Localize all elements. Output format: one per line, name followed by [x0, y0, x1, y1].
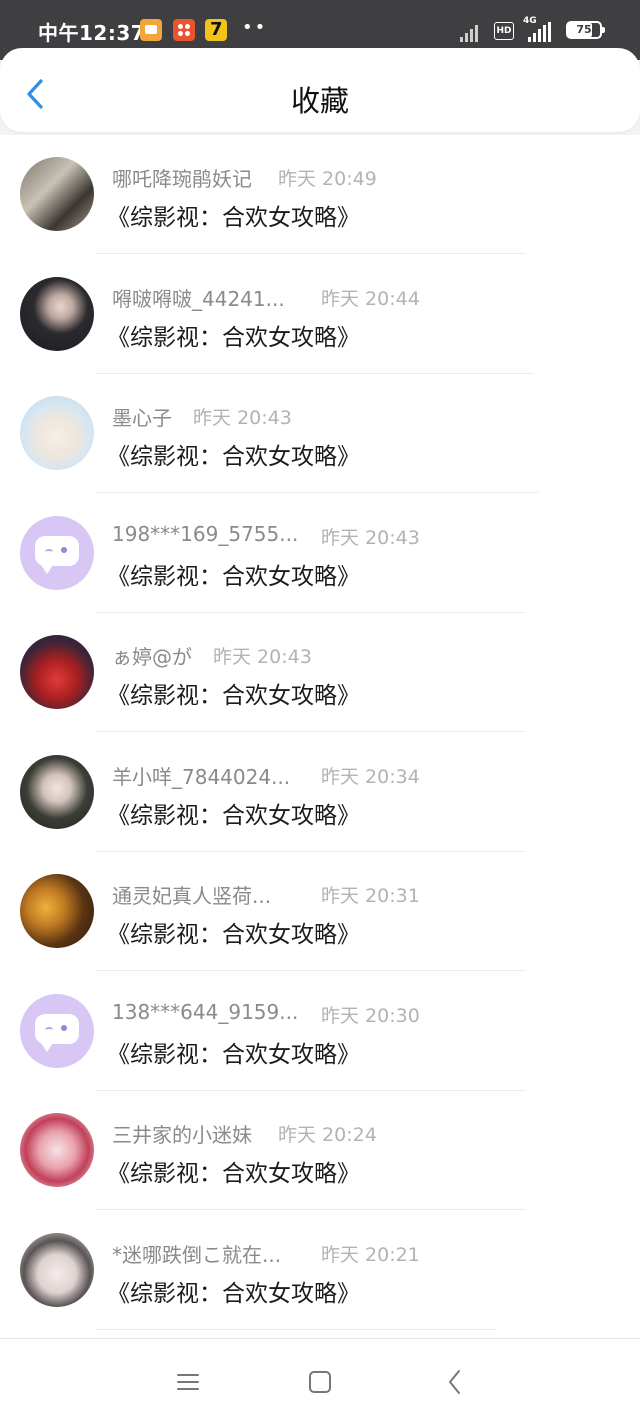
timestamp: 昨天 20:34 [321, 765, 420, 788]
timestamp: 昨天 20:30 [321, 1004, 420, 1027]
avatar[interactable] [20, 1232, 94, 1307]
list-item[interactable]: 哪吒降琬鹃妖记 昨天 20:49 《综影视：合欢女攻略》 [0, 135, 640, 254]
book-title[interactable]: 《综影视：合欢女攻略》 [107, 437, 360, 471]
timestamp: 昨天 20:24 [278, 1124, 377, 1146]
home-square-icon [309, 1371, 331, 1393]
list-item[interactable]: 墨心子 昨天 20:43 《综影视：合欢女攻略》 [0, 374, 640, 493]
avatar[interactable] [20, 874, 94, 948]
menu-icon [177, 1374, 199, 1390]
default-avatar-icon[interactable] [20, 515, 94, 590]
timestamp: 昨天 20:44 [321, 287, 420, 310]
timestamp: 昨天 20:43 [321, 526, 420, 549]
chat-bubble-icon [35, 535, 79, 574]
battery-icon: 75 [566, 21, 605, 39]
system-nav-bar [0, 1338, 640, 1423]
username[interactable]: 嘚啵嘚啵_44241... [112, 283, 285, 312]
list-item[interactable]: 通灵妃真人竖荷... 昨天 20:31 《综影视：合欢女攻略》 [0, 852, 640, 971]
book-title[interactable]: 《综影视：合欢女攻略》 [107, 318, 360, 352]
more-notifications-indicator: •• [242, 17, 268, 38]
menu-button[interactable] [173, 1367, 203, 1397]
network-type: 4G [523, 16, 537, 26]
home-button[interactable] [305, 1367, 335, 1397]
page-title: 收藏 [290, 84, 349, 118]
username[interactable]: 198***169_5755... [112, 522, 298, 546]
avatar[interactable] [20, 157, 94, 231]
qimao-app-icon [205, 19, 227, 41]
back-triangle-icon [449, 1370, 460, 1394]
divider [96, 1328, 496, 1330]
username[interactable]: 138***644_9159... [112, 1000, 298, 1024]
book-title[interactable]: 《综影视：合欢女攻略》 [107, 1035, 360, 1069]
timestamp: 昨天 20:43 [213, 646, 312, 668]
back-nav-button[interactable] [440, 1367, 470, 1397]
status-time: 中午12:37 [38, 21, 146, 45]
avatar[interactable] [20, 276, 94, 351]
avatar[interactable] [20, 635, 94, 709]
username[interactable]: ぁ婷@が [112, 641, 192, 670]
note-app-icon [140, 19, 162, 41]
book-title[interactable]: 《综影视：合欢女攻略》 [107, 1274, 360, 1308]
list-item[interactable]: 嘚啵嘚啵_44241... 昨天 20:44 《综影视：合欢女攻略》 [0, 255, 640, 374]
avatar[interactable] [20, 754, 94, 829]
timestamp: 昨天 20:49 [278, 168, 377, 190]
book-title[interactable]: 《综影视：合欢女攻略》 [107, 557, 360, 591]
timestamp: 昨天 20:43 [193, 407, 292, 429]
list-item[interactable]: 138***644_9159... 昨天 20:30 《综影视：合欢女攻略》 [0, 972, 640, 1091]
list-item[interactable]: 羊小咩_7844024... 昨天 20:34 《综影视：合欢女攻略》 [0, 733, 640, 852]
username[interactable]: 羊小咩_7844024... [112, 761, 290, 790]
avatar[interactable] [20, 1113, 94, 1187]
favorites-list: 哪吒降琬鹃妖记 昨天 20:49 《综影视：合欢女攻略》 嘚啵嘚啵_44241... 昨… [0, 135, 640, 1338]
book-title[interactable]: 《综影视：合欢女攻略》 [107, 676, 360, 710]
book-title[interactable]: 《综影视：合欢女攻略》 [107, 198, 360, 232]
app-header: 收藏 [0, 48, 640, 132]
default-avatar-icon[interactable] [20, 993, 94, 1068]
list-item[interactable]: 三井家的小迷妹 昨天 20:24 《综影视：合欢女攻略》 [0, 1091, 640, 1210]
chat-bubble-icon [35, 1013, 79, 1052]
list-item[interactable]: ぁ婷@が 昨天 20:43 《综影视：合欢女攻略》 [0, 613, 640, 732]
username[interactable]: 通灵妃真人竖荷... [112, 880, 271, 909]
list-item[interactable]: *迷哪跌倒こ就在... 昨天 20:21 《综影视：合欢女攻略》 [0, 1211, 640, 1330]
username[interactable]: 三井家的小迷妹 [112, 1119, 252, 1148]
book-title[interactable]: 《综影视：合欢女攻略》 [107, 796, 360, 830]
kuaikan-app-icon [173, 19, 195, 41]
username[interactable]: *迷哪跌倒こ就在... [112, 1239, 281, 1268]
book-title[interactable]: 《综影视：合欢女攻略》 [107, 1154, 360, 1188]
timestamp: 昨天 20:21 [321, 1243, 420, 1266]
battery-percent: 75 [576, 23, 592, 36]
hd-badge: HD [494, 22, 514, 40]
username[interactable]: 哪吒降琬鹃妖记 [112, 163, 252, 192]
book-title[interactable]: 《综影视：合欢女攻略》 [107, 915, 360, 949]
avatar[interactable] [20, 396, 94, 470]
list-item[interactable]: 198***169_5755... 昨天 20:43 《综影视：合欢女攻略》 [0, 494, 640, 613]
username[interactable]: 墨心子 [112, 402, 172, 431]
timestamp: 昨天 20:31 [321, 885, 420, 907]
